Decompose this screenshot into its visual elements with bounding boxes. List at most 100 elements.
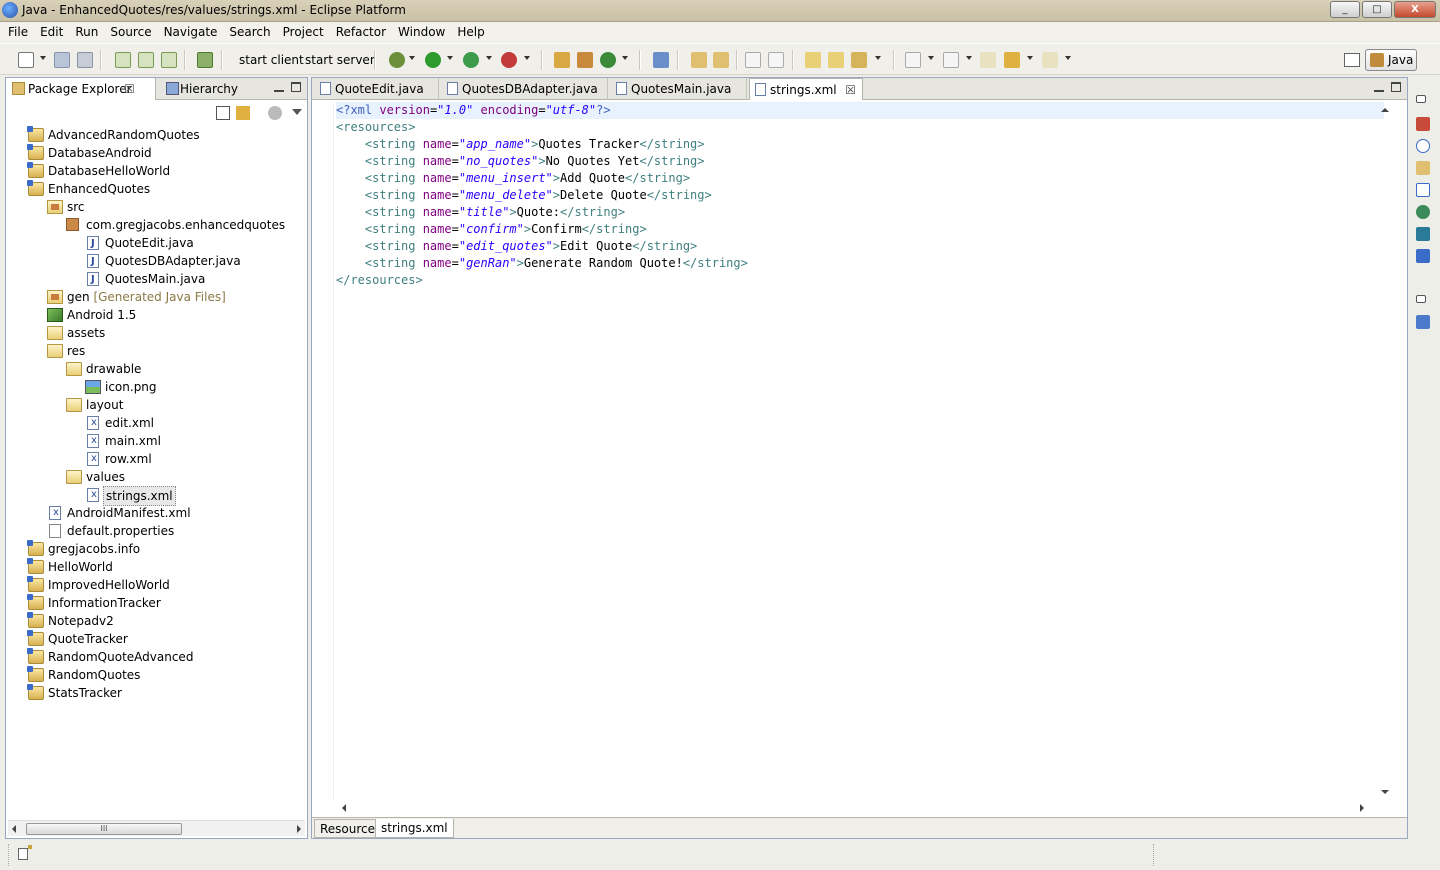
new-android-xml-icon[interactable] (161, 52, 177, 68)
outline-icon[interactable] (1416, 315, 1430, 329)
scroll-left-icon[interactable] (342, 804, 346, 812)
forward-icon[interactable] (1042, 52, 1058, 68)
editor-horizontal-scrollbar[interactable] (336, 802, 1370, 814)
tab-strings-xml-source[interactable]: strings.xml (375, 819, 454, 838)
menu-run[interactable]: Run (69, 25, 104, 39)
search-icon[interactable] (713, 52, 729, 68)
editor-vertical-scrollbar[interactable] (1377, 102, 1393, 800)
new-dropdown-icon[interactable] (40, 56, 46, 60)
external-dropdown-icon[interactable] (486, 56, 492, 60)
debug-icon[interactable] (389, 52, 405, 68)
menu-refactor[interactable]: Refactor (330, 25, 392, 39)
new-java-project-icon[interactable] (554, 52, 570, 68)
scroll-up-icon[interactable] (1381, 108, 1389, 112)
close-icon[interactable]: ☒ (845, 79, 856, 101)
back-dropdown-icon[interactable] (1027, 56, 1033, 60)
maximize-view-icon[interactable] (291, 82, 301, 92)
previous-annotation-dropdown-icon[interactable] (966, 56, 972, 60)
tab-quotesdbadapter-java[interactable]: QuotesDBAdapter.java (442, 78, 608, 100)
new-java-package-icon[interactable] (577, 52, 593, 68)
menu-search[interactable]: Search (223, 25, 276, 39)
tools-dropdown-icon[interactable] (524, 56, 530, 60)
wand-dropdown-icon[interactable] (875, 56, 881, 60)
run-external-icon[interactable] (463, 52, 479, 68)
start-server-button[interactable]: start server (305, 53, 375, 67)
menu-project[interactable]: Project (277, 25, 330, 39)
menu-file[interactable]: File (2, 25, 34, 39)
maximize-editor-icon[interactable] (1391, 82, 1401, 92)
browse-folder-icon[interactable] (828, 52, 844, 68)
scroll-down-icon[interactable] (1381, 790, 1389, 794)
tab-package-explorer[interactable]: Package Explorer ☒ (6, 78, 156, 100)
project-icon (27, 648, 44, 664)
previous-annotation-icon[interactable] (943, 52, 959, 68)
new-java-class-icon[interactable] (600, 52, 616, 68)
back-icon[interactable] (1004, 52, 1020, 68)
run-icon[interactable] (425, 52, 441, 68)
menu-navigate[interactable]: Navigate (158, 25, 224, 39)
tab-quoteedit-java[interactable]: QuoteEdit.java (315, 78, 439, 100)
tree-item-label: AdvancedRandomQuotes (48, 128, 200, 142)
run-dropdown-icon[interactable] (447, 56, 453, 60)
next-annotation-icon[interactable] (905, 52, 921, 68)
tab-quotesmain-java[interactable]: QuotesMain.java (611, 78, 747, 100)
new-android-test-icon[interactable] (138, 52, 154, 68)
problems-icon[interactable] (1416, 117, 1430, 131)
external-tools-icon[interactable] (501, 52, 517, 68)
restore-icon[interactable] (1416, 95, 1426, 103)
menu-window[interactable]: Window (392, 25, 451, 39)
scrollbar-thumb[interactable]: III (26, 823, 182, 835)
open-perspective-icon[interactable] (1344, 53, 1360, 67)
xml-source-editor[interactable]: <?xml version="1.0" encoding="utf-8"?> <… (336, 102, 1384, 800)
view-menu-icon[interactable] (292, 109, 302, 115)
new-android-project-icon[interactable] (115, 52, 131, 68)
wand-icon[interactable] (851, 52, 867, 68)
project-icon (27, 162, 44, 178)
next-annotation-dropdown-icon[interactable] (928, 56, 934, 60)
class-dropdown-icon[interactable] (622, 56, 628, 60)
android-devices-icon[interactable] (1416, 227, 1430, 241)
last-edit-location-icon[interactable] (980, 52, 996, 68)
minimize-view-icon[interactable] (274, 82, 284, 92)
tree-item-label: strings.xml (103, 486, 176, 506)
collapse-all-icon[interactable] (216, 106, 230, 120)
filters-icon[interactable] (268, 106, 282, 120)
close-icon[interactable]: ☒ (124, 78, 135, 100)
start-client-button[interactable]: start client (239, 53, 304, 67)
restore-icon[interactable] (1416, 295, 1426, 303)
tab-hierarchy[interactable]: Hierarchy (160, 78, 238, 100)
debug-dropdown-icon[interactable] (409, 56, 415, 60)
minimize-button[interactable]: _ (1330, 1, 1360, 18)
minimize-editor-icon[interactable] (1374, 82, 1384, 92)
scroll-right-icon[interactable] (1360, 804, 1364, 812)
progress-icon[interactable] (1416, 205, 1430, 219)
javadoc-icon[interactable] (1416, 139, 1430, 153)
menu-help[interactable]: Help (451, 25, 490, 39)
android-sdk-icon[interactable] (197, 52, 213, 68)
toggle-block-selection-icon[interactable] (768, 52, 784, 68)
close-window-button[interactable]: X (1394, 1, 1436, 18)
scroll-left-icon[interactable] (12, 825, 16, 833)
menu-source[interactable]: Source (104, 25, 157, 39)
horizontal-scrollbar[interactable]: III (8, 820, 305, 836)
fast-view-icon[interactable] (18, 845, 32, 860)
print-icon[interactable] (77, 52, 93, 68)
new-icon[interactable] (18, 52, 34, 68)
open-folder-icon[interactable] (805, 52, 821, 68)
forward-dropdown-icon[interactable] (1065, 56, 1071, 60)
link-with-editor-icon[interactable] (236, 106, 250, 120)
code-line: <resources> (336, 119, 1384, 136)
tab-strings-xml[interactable]: strings.xml ☒ (749, 78, 863, 100)
toggle-mark-occurrences-icon[interactable] (745, 52, 761, 68)
menu-edit[interactable]: Edit (34, 25, 69, 39)
console-icon[interactable] (1416, 183, 1430, 197)
scroll-right-icon[interactable] (297, 825, 301, 833)
open-task-icon[interactable] (691, 52, 707, 68)
java-perspective-button[interactable]: Java (1365, 49, 1417, 71)
declaration-icon[interactable] (1416, 161, 1430, 175)
maximize-button[interactable]: □ (1362, 1, 1392, 18)
logcat-icon[interactable] (1416, 249, 1430, 263)
save-icon[interactable] (54, 52, 70, 68)
open-type-icon[interactable] (653, 52, 669, 68)
toolbar-separator (100, 50, 102, 70)
